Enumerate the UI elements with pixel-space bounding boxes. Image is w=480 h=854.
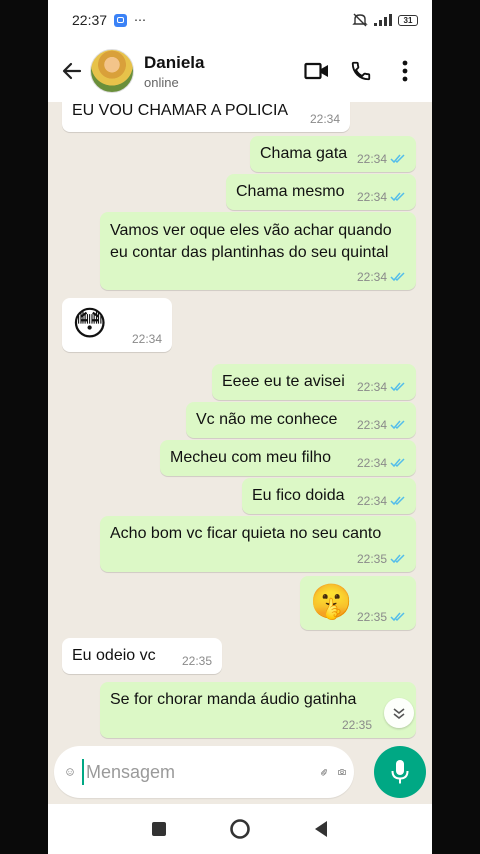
- message-text: Eu fico doida: [252, 487, 345, 504]
- back-arrow-icon: [62, 62, 82, 80]
- more-options-button[interactable]: [392, 58, 418, 84]
- message-emoji: 😳: [72, 305, 108, 343]
- message-incoming[interactable]: EU VOU CHAMAR A POLICIA 22:34: [62, 102, 350, 132]
- read-ticks-icon: [390, 272, 405, 282]
- message-time: 22:34: [356, 494, 387, 508]
- message-time: 22:35: [341, 718, 372, 732]
- message-time: 22:34: [356, 270, 387, 284]
- phone-screen: 22:37 ⋯ 31 Daniela online EU VOU CHAMAR …: [48, 0, 432, 854]
- message-input-container: [54, 746, 354, 798]
- message-outgoing[interactable]: Vc não me conhece 22:34: [186, 402, 416, 438]
- message-outgoing[interactable]: 🤫 22:35: [300, 576, 416, 630]
- voice-message-button[interactable]: [374, 746, 426, 798]
- video-call-icon: [304, 62, 328, 80]
- message-outgoing[interactable]: Se for chorar manda áudio gatinha 22:35: [100, 682, 416, 738]
- status-bar: 22:37 ⋯ 31: [48, 0, 432, 40]
- message-outgoing[interactable]: Chama gata 22:34: [250, 136, 416, 172]
- message-time: 22:34: [356, 456, 387, 470]
- message-time: 22:35: [356, 552, 387, 566]
- message-outgoing[interactable]: Mecheu com meu filho 22:34: [160, 440, 416, 476]
- read-ticks-icon: [390, 154, 405, 164]
- back-nav-button[interactable]: [306, 814, 336, 844]
- voice-call-button[interactable]: [348, 58, 374, 84]
- read-ticks-icon: [390, 554, 405, 564]
- message-text: Acho bom vc ficar quieta no seu canto: [110, 525, 382, 542]
- message-time: 22:34: [131, 332, 162, 346]
- camera-icon[interactable]: [338, 761, 346, 783]
- message-text: Eeee eu te avisei: [222, 373, 345, 390]
- read-ticks-icon: [390, 496, 405, 506]
- chat-header: Daniela online: [48, 40, 432, 102]
- square-icon: [151, 822, 166, 836]
- mic-icon: [391, 760, 409, 784]
- status-time: 22:37: [72, 12, 108, 28]
- message-time: 22:35: [181, 654, 212, 668]
- home-button[interactable]: [225, 814, 255, 844]
- triangle-back-icon: [315, 821, 328, 837]
- message-text: Vamos ver oque eles vão achar quando eu …: [110, 222, 392, 261]
- message-text: Mecheu com meu filho: [170, 449, 331, 466]
- message-text: Eu odeio vc: [72, 647, 156, 664]
- message-text: Vc não me conhece: [196, 411, 338, 428]
- read-ticks-icon: [390, 458, 405, 468]
- message-time: 22:34: [356, 380, 387, 394]
- recents-button[interactable]: [144, 814, 174, 844]
- chevron-down-icon: [393, 708, 405, 720]
- contact-avatar[interactable]: [90, 49, 134, 93]
- circle-icon: [230, 819, 250, 839]
- message-incoming[interactable]: Eu odeio vc 22:35: [62, 638, 222, 674]
- back-button[interactable]: [54, 53, 90, 89]
- notification-icon: [114, 13, 128, 27]
- message-time: 22:34: [356, 190, 387, 204]
- message-text: Chama mesmo: [236, 183, 345, 200]
- read-ticks-icon: [390, 192, 405, 202]
- contact-info[interactable]: Daniela online: [144, 53, 304, 90]
- message-time: 22:34: [356, 152, 387, 166]
- mute-icon: [352, 13, 368, 27]
- phone-icon: [351, 61, 371, 81]
- message-outgoing[interactable]: Acho bom vc ficar quieta no seu canto 22…: [100, 516, 416, 572]
- battery-icon: 31: [398, 14, 418, 26]
- message-text: EU VOU CHAMAR A POLICIA: [72, 102, 289, 119]
- message-emoji: 🤫: [310, 583, 353, 621]
- contact-name: Daniela: [144, 52, 205, 72]
- message-time: 22:34: [309, 112, 340, 126]
- signal-icon: [374, 14, 392, 26]
- system-nav-bar: [48, 804, 432, 854]
- message-text: Chama gata: [260, 145, 348, 162]
- more-notifications-icon: ⋯: [134, 13, 148, 27]
- read-ticks-icon: [390, 420, 405, 430]
- emoji-icon[interactable]: [66, 760, 74, 784]
- more-vert-icon: [402, 60, 408, 82]
- message-outgoing[interactable]: Eeee eu te avisei 22:34: [212, 364, 416, 400]
- message-input[interactable]: [82, 759, 320, 785]
- scroll-to-bottom-button[interactable]: [384, 698, 414, 728]
- message-outgoing[interactable]: Eu fico doida 22:34: [242, 478, 416, 514]
- message-outgoing[interactable]: Chama mesmo 22:34: [226, 174, 416, 210]
- read-ticks-icon: [390, 612, 405, 622]
- video-call-button[interactable]: [304, 58, 330, 84]
- message-outgoing[interactable]: Vamos ver oque eles vão achar quando eu …: [100, 212, 416, 290]
- contact-status: online: [144, 74, 179, 90]
- message-composer: [48, 742, 432, 804]
- message-time: 22:35: [356, 610, 387, 624]
- message-incoming[interactable]: 😳 22:34: [62, 298, 172, 352]
- message-time: 22:34: [356, 418, 387, 432]
- message-text: Se for chorar manda áudio gatinha: [110, 691, 357, 708]
- attach-icon[interactable]: [320, 760, 328, 784]
- chat-messages[interactable]: EU VOU CHAMAR A POLICIA 22:34 Chama gata…: [48, 102, 432, 742]
- read-ticks-icon: [390, 382, 405, 392]
